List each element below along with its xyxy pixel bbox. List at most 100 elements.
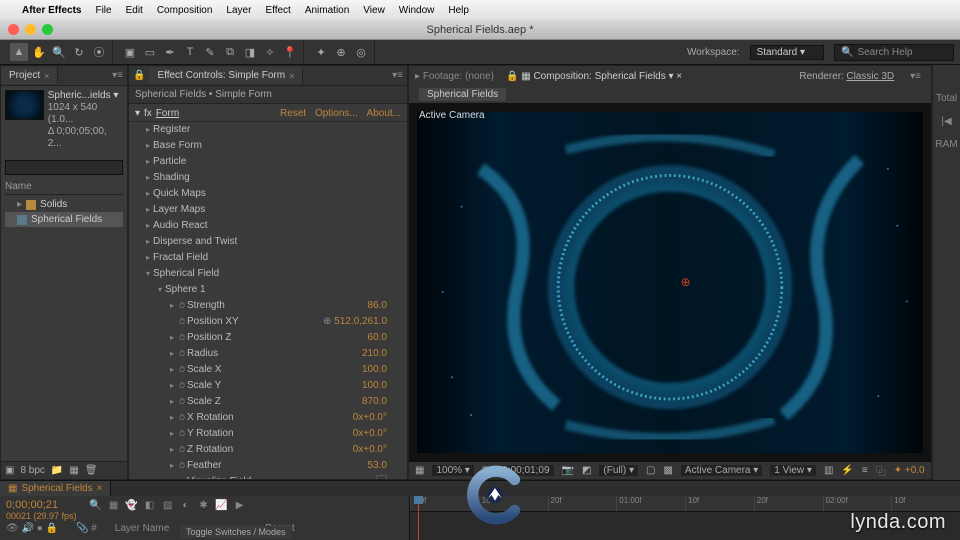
visualize-checkbox[interactable] (376, 475, 387, 479)
renderer-link[interactable]: Classic 3D (846, 71, 894, 82)
hand-tool-icon[interactable]: ✋ (30, 43, 48, 61)
interpret-footage-icon[interactable]: ▣ (5, 465, 14, 476)
val-z-rotation[interactable]: 0x+0.0° (353, 443, 407, 457)
menu-animation[interactable]: Animation (305, 5, 349, 16)
menu-view[interactable]: View (363, 5, 385, 16)
search-help-input[interactable]: 🔍 Search Help (834, 44, 954, 61)
project-tab[interactable]: Project× (1, 67, 58, 84)
effect-controls-tab[interactable]: Effect Controls: Simple Form× (149, 67, 303, 84)
motion-blur-icon[interactable]: ◐ (179, 500, 193, 511)
menu-effect[interactable]: Effect (265, 5, 290, 16)
val-strength[interactable]: 86.0 (368, 299, 407, 313)
panel-menu-icon[interactable]: ▾≡ (108, 70, 127, 81)
roi-icon[interactable]: ▢ (646, 465, 655, 476)
stopwatch-icon[interactable]: ⏱ (177, 317, 187, 327)
val-x-rotation[interactable]: 0x+0.0° (353, 411, 407, 425)
bpc-toggle[interactable]: 8 bpc (20, 465, 44, 476)
menu-window[interactable]: Window (399, 5, 435, 16)
minimize-window-icon[interactable] (25, 24, 36, 35)
prop-audio-react[interactable]: Audio React (153, 219, 207, 233)
fast-preview-icon[interactable]: ⚡ (841, 465, 853, 476)
new-folder-icon[interactable]: 📁 (51, 465, 63, 476)
pen-tool-icon[interactable]: ✒ (161, 43, 179, 61)
prop-spherical-field[interactable]: Spherical Field (153, 267, 219, 281)
exposure-value[interactable]: ✦ +0.0 (894, 465, 925, 476)
prop-layer-maps[interactable]: Layer Maps (153, 203, 205, 217)
brush-tool-icon[interactable]: ✎ (201, 43, 219, 61)
composition-canvas[interactable]: Active Camera ⊕ (409, 104, 931, 461)
roto-tool-icon[interactable]: ✧ (261, 43, 279, 61)
clone-tool-icon[interactable]: ⧉ (221, 43, 239, 61)
search-layers-icon[interactable]: 🔍 (89, 500, 103, 511)
reset-link[interactable]: Reset (280, 108, 306, 119)
stopwatch-icon[interactable]: ⏱ (177, 301, 187, 311)
prop-quick-maps[interactable]: Quick Maps (153, 187, 206, 201)
workspace-dropdown[interactable]: Standard ▾ (750, 45, 824, 60)
plugin-name[interactable]: Form (156, 108, 179, 119)
val-y-rotation[interactable]: 0x+0.0° (353, 427, 407, 441)
stopwatch-icon[interactable]: ⏱ (177, 365, 187, 375)
stopwatch-icon[interactable]: ⏱ (177, 381, 187, 391)
menu-edit[interactable]: Edit (126, 5, 143, 16)
prop-shading[interactable]: Shading (153, 171, 190, 185)
eraser-tool-icon[interactable]: ◨ (241, 43, 259, 61)
project-item-solids[interactable]: ▸ Solids (5, 197, 123, 212)
menu-file[interactable]: File (95, 5, 111, 16)
project-search-input[interactable] (5, 160, 123, 175)
prop-register[interactable]: Register (153, 123, 190, 137)
playhead[interactable] (418, 496, 419, 540)
pin-tool-icon[interactable]: 📍 (281, 43, 299, 61)
time-ruler[interactable]: :00f10f20f01:00f10f20f02:00f10f (410, 496, 960, 512)
zoom-window-icon[interactable] (42, 24, 53, 35)
zoom-dropdown[interactable]: 100% ▾ (432, 465, 473, 476)
app-menu[interactable]: After Effects (22, 5, 81, 16)
draft3d-icon[interactable]: ◧ (143, 500, 157, 511)
timecode-toggle[interactable]: ⊞ (482, 465, 490, 476)
val-position-xy[interactable]: ⊕ 512.0,261.0 (323, 315, 407, 329)
brainstorm-icon[interactable]: ✱ (197, 500, 211, 511)
delete-icon[interactable]: 🗑 (85, 465, 98, 476)
prop-base-form[interactable]: Base Form (153, 139, 202, 153)
menu-composition[interactable]: Composition (157, 5, 213, 16)
stopwatch-icon[interactable]: ⏱ (177, 429, 187, 439)
resolution-dropdown[interactable]: (Full) ▾ (599, 465, 638, 476)
view-axis-icon[interactable]: ◎ (352, 43, 370, 61)
world-axis-icon[interactable]: ⊕ (332, 43, 350, 61)
lock-icon[interactable]: 🔒 (129, 70, 149, 81)
stopwatch-icon[interactable]: ⏱ (177, 445, 187, 455)
val-scale-y[interactable]: 100.0 (362, 379, 407, 393)
menu-help[interactable]: Help (448, 5, 469, 16)
camera-dropdown[interactable]: Active Camera ▾ (681, 465, 762, 476)
close-window-icon[interactable] (8, 24, 19, 35)
prop-disperse-twist[interactable]: Disperse and Twist (153, 235, 237, 249)
fx-enable-icon[interactable]: fx (144, 108, 152, 119)
toggle-switches-button[interactable]: Toggle Switches / Modes (180, 526, 292, 538)
frame-blend-icon[interactable]: ▨ (161, 500, 175, 511)
new-comp-icon[interactable]: ▦ (69, 465, 78, 476)
anchor-tool-icon[interactable]: ▣ (121, 43, 139, 61)
panel-menu-icon[interactable]: ▾≡ (906, 71, 925, 82)
prop-fractal-field[interactable]: Fractal Field (153, 251, 208, 265)
flowchart-icon[interactable]: ⿻ (876, 463, 886, 478)
views-dropdown[interactable]: 1 View ▾ (770, 465, 816, 476)
preview-panel-tab[interactable]: |◀ (941, 116, 951, 127)
val-scale-x[interactable]: 100.0 (362, 363, 407, 377)
grid-icon[interactable]: ▦ (415, 465, 424, 476)
render-queue-icon[interactable]: ▶ (233, 500, 247, 511)
stopwatch-icon[interactable]: ⏱ (177, 397, 187, 407)
about-link[interactable]: About... (367, 108, 401, 119)
text-tool-icon[interactable]: T (181, 43, 199, 61)
snapshot-icon[interactable]: 📷 (562, 465, 574, 476)
mask-rect-tool-icon[interactable]: ▭ (141, 43, 159, 61)
selection-tool-icon[interactable]: ▲ (10, 43, 28, 61)
ram-preview-tab[interactable]: RAM (935, 139, 957, 150)
current-timecode[interactable]: 0;00;00;21 (6, 499, 77, 511)
info-panel-tab[interactable]: Total (936, 93, 957, 104)
local-axis-icon[interactable]: ✦ (312, 43, 330, 61)
stopwatch-icon[interactable]: ⏱ (177, 461, 187, 471)
graph-editor-icon[interactable]: 📈 (215, 500, 229, 511)
channel-icon[interactable]: ◩ (582, 465, 591, 476)
zoom-tool-icon[interactable]: 🔍 (50, 43, 68, 61)
pixel-aspect-icon[interactable]: ▥ (824, 465, 833, 476)
val-position-z[interactable]: 60.0 (368, 331, 407, 345)
